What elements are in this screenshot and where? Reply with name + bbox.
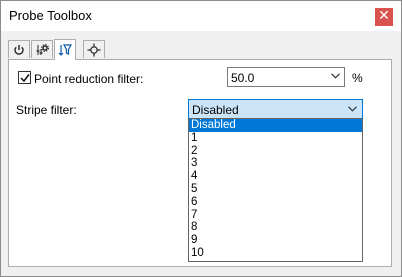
- point-reduction-label: Point reduction filter:: [34, 72, 144, 86]
- stripe-filter-selected-value: Disabled: [192, 103, 239, 117]
- point-reduction-value[interactable]: 50.0: [231, 71, 254, 85]
- title-bar[interactable]: Probe Toolbox ✕: [1, 1, 401, 31]
- dropdown-option[interactable]: 10: [189, 247, 362, 260]
- window-title: Probe Toolbox: [9, 8, 92, 23]
- tab-settings[interactable]: [31, 40, 53, 58]
- close-icon: ✕: [378, 8, 390, 24]
- power-icon: [14, 44, 24, 55]
- dropdown-option[interactable]: 4: [189, 170, 362, 183]
- stripe-filter-combobox[interactable]: Disabled: [188, 99, 363, 119]
- gear-sliders-icon: [36, 43, 49, 55]
- point-reduction-checkbox[interactable]: [18, 71, 31, 84]
- close-button[interactable]: ✕: [375, 8, 393, 26]
- checkmark-icon: [20, 74, 30, 83]
- filter-icon: [58, 44, 72, 56]
- dropdown-option[interactable]: 5: [189, 183, 362, 196]
- tab-filter[interactable]: [54, 39, 76, 60]
- dropdown-option[interactable]: 2: [189, 145, 362, 158]
- tab-strip: [8, 39, 392, 60]
- crosshair-icon: [87, 43, 101, 56]
- dropdown-option[interactable]: 9: [189, 234, 362, 247]
- dropdown-option[interactable]: 8: [189, 221, 362, 234]
- dropdown-option[interactable]: 6: [189, 196, 362, 209]
- point-reduction-combobox[interactable]: 50.0: [227, 67, 345, 87]
- dropdown-option[interactable]: 1: [189, 132, 362, 145]
- stripe-filter-label: Stripe filter:: [16, 103, 77, 117]
- chevron-down-icon[interactable]: [331, 73, 340, 79]
- percent-unit-label: %: [352, 71, 363, 85]
- chevron-down-icon: [348, 106, 357, 112]
- tab-crosshair[interactable]: [83, 40, 105, 58]
- dropdown-option[interactable]: 3: [189, 157, 362, 170]
- tab-power[interactable]: [8, 40, 30, 58]
- dropdown-option[interactable]: Disabled: [189, 119, 362, 132]
- stripe-filter-dropdown-list: Disabled 1 2 3 4 5 6 7 8 9 10: [188, 118, 363, 262]
- dropdown-option[interactable]: 7: [189, 209, 362, 222]
